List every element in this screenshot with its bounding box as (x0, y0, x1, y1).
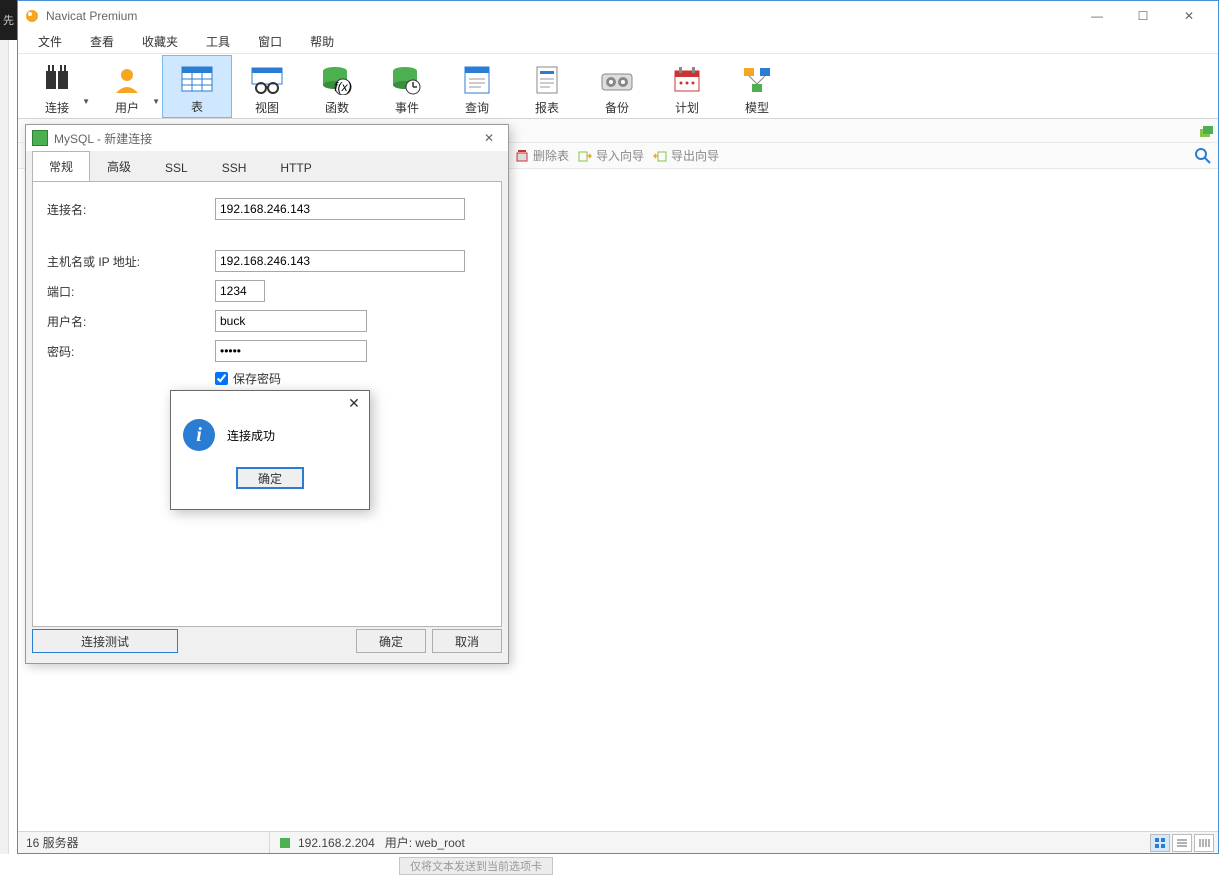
tool-table-label: 表 (191, 98, 203, 115)
mysql-icon (32, 130, 48, 146)
view-grid-button[interactable] (1150, 834, 1170, 852)
app-title: Navicat Premium (46, 9, 137, 23)
layers-icon[interactable] (1194, 119, 1218, 143)
menu-file[interactable]: 文件 (24, 30, 76, 53)
tool-backup-label: 备份 (605, 99, 629, 116)
tool-event[interactable]: 事件 (372, 55, 442, 118)
tab-advanced[interactable]: 高级 (90, 151, 148, 182)
tab-ssl[interactable]: SSL (148, 154, 205, 182)
action-import-wizard[interactable]: 导入向导 (577, 147, 644, 164)
ok-button[interactable]: 确定 (356, 629, 426, 653)
input-host[interactable] (215, 250, 465, 272)
menu-window[interactable]: 窗口 (244, 30, 296, 53)
label-host: 主机名或 IP 地址: (47, 253, 215, 270)
tool-view[interactable]: 视图 (232, 55, 302, 118)
tool-backup[interactable]: 备份 (582, 55, 652, 118)
message-box: ✕ i 连接成功 确定 (170, 390, 370, 510)
user-icon (110, 63, 144, 97)
backup-icon (600, 63, 634, 97)
label-password: 密码: (47, 343, 215, 360)
input-user[interactable] (215, 310, 367, 332)
tool-query-label: 查询 (465, 99, 489, 116)
background-hint-text: 仅将文本发送到当前选项卡 (399, 857, 553, 875)
status-bar: 16 服务器 192.168.2.204 用户: web_root (18, 831, 1218, 853)
tab-http[interactable]: HTTP (263, 154, 328, 182)
bg-tab-char: 先 (0, 0, 17, 40)
title-bar: Navicat Premium — ☐ ✕ (18, 1, 1218, 30)
tool-view-label: 视图 (255, 99, 279, 116)
tool-schedule[interactable]: 计划 (652, 55, 722, 118)
plug-icon (40, 63, 74, 97)
app-icon (24, 8, 40, 24)
db-icon (278, 836, 292, 850)
dialog-title-bar[interactable]: MySQL - 新建连接 ✕ (26, 125, 508, 151)
action-delete-table[interactable]: 删除表 (514, 147, 569, 164)
table-icon (180, 62, 214, 96)
tool-report[interactable]: 报表 (512, 55, 582, 118)
view-list-button[interactable] (1172, 834, 1192, 852)
tool-model-label: 模型 (745, 99, 769, 116)
event-icon (390, 63, 424, 97)
tool-query[interactable]: 查询 (442, 55, 512, 118)
delete-icon (514, 148, 530, 164)
label-user: 用户名: (47, 313, 215, 330)
info-icon: i (183, 419, 215, 451)
menu-view[interactable]: 查看 (76, 30, 128, 53)
maximize-button[interactable]: ☐ (1120, 2, 1166, 30)
label-port: 端口: (47, 283, 215, 300)
input-password[interactable] (215, 340, 367, 362)
svg-text:f(x): f(x) (334, 80, 351, 94)
view-detail-button[interactable] (1194, 834, 1214, 852)
menu-tools[interactable]: 工具 (192, 30, 244, 53)
tool-schedule-label: 计划 (675, 99, 699, 116)
dialog-title: MySQL - 新建连接 (54, 130, 152, 147)
tool-event-label: 事件 (395, 99, 419, 116)
tool-user-label: 用户 (115, 99, 139, 116)
calendar-icon (670, 63, 704, 97)
tool-connect[interactable]: 连接 (22, 55, 92, 118)
query-icon (460, 63, 494, 97)
status-connection: 192.168.2.204 用户: web_root (270, 832, 1148, 853)
message-text: 连接成功 (227, 427, 275, 444)
tool-report-label: 报表 (535, 99, 559, 116)
dialog-button-row: 连接测试 确定 取消 (32, 627, 502, 655)
main-toolbar: 连接 ▼ 用户 ▼ 表 视图 f(x) 函数 事件 查询 报表 (18, 54, 1218, 119)
minimize-button[interactable]: — (1074, 2, 1120, 30)
menu-help[interactable]: 帮助 (296, 30, 348, 53)
label-save-password: 保存密码 (233, 370, 281, 387)
menu-bar: 文件 查看 收藏夹 工具 窗口 帮助 (18, 30, 1218, 54)
input-port[interactable] (215, 280, 265, 302)
tab-ssh[interactable]: SSH (205, 154, 264, 182)
message-close-button[interactable]: ✕ (343, 393, 365, 413)
label-connection-name: 连接名: (47, 201, 215, 218)
checkbox-save-password[interactable] (215, 372, 228, 385)
status-servers: 16 服务器 (18, 832, 270, 853)
tool-table[interactable]: 表 (162, 55, 232, 118)
tab-general[interactable]: 常规 (32, 151, 90, 182)
dialog-close-button[interactable]: ✕ (476, 126, 502, 150)
export-icon (652, 148, 668, 164)
tool-model[interactable]: 模型 (722, 55, 792, 118)
cancel-button[interactable]: 取消 (432, 629, 502, 653)
tool-function[interactable]: f(x) 函数 (302, 55, 372, 118)
message-ok-button[interactable]: 确定 (236, 467, 304, 489)
action-export-wizard[interactable]: 导出向导 (652, 147, 719, 164)
tool-connect-label: 连接 (45, 99, 69, 116)
function-icon: f(x) (320, 63, 354, 97)
import-icon (577, 148, 593, 164)
search-icon[interactable] (1194, 147, 1212, 165)
chevron-down-icon[interactable]: ▼ (82, 97, 90, 106)
bg-left-gutter (0, 40, 9, 854)
dialog-tabs: 常规 高级 SSL SSH HTTP (26, 151, 508, 181)
menu-favorites[interactable]: 收藏夹 (128, 30, 192, 53)
test-connection-button[interactable]: 连接测试 (32, 629, 178, 653)
report-icon (530, 63, 564, 97)
chevron-down-icon[interactable]: ▼ (152, 97, 160, 106)
tool-function-label: 函数 (325, 99, 349, 116)
input-connection-name[interactable] (215, 198, 465, 220)
glasses-icon (250, 63, 284, 97)
close-button[interactable]: ✕ (1166, 2, 1212, 30)
tool-user[interactable]: 用户 (92, 55, 162, 118)
model-icon (740, 63, 774, 97)
